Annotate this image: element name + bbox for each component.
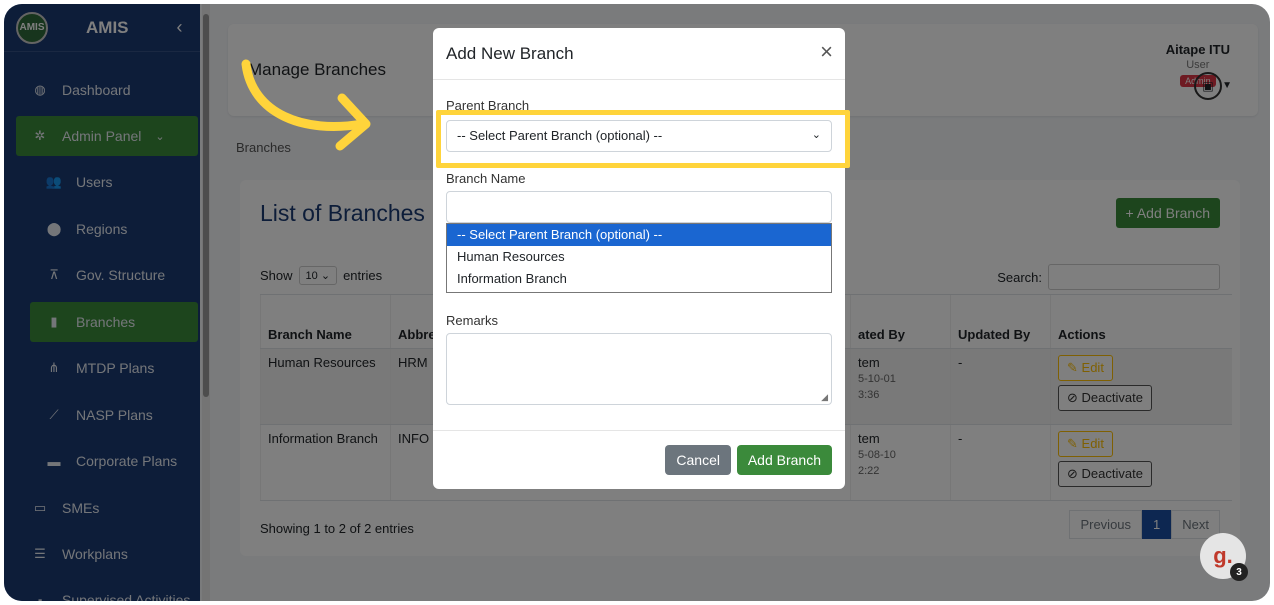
option-none[interactable]: -- Select Parent Branch (optional) -- xyxy=(447,224,831,246)
add-branch-submit-button[interactable]: Add Branch xyxy=(736,445,832,475)
pointer-arrow-icon xyxy=(241,59,371,151)
remarks-textarea[interactable]: ◢ xyxy=(446,333,832,405)
help-widget-button[interactable]: g. 3 xyxy=(1200,533,1248,581)
notification-count-badge: 3 xyxy=(1230,563,1248,581)
option-information-branch[interactable]: Information Branch xyxy=(447,268,831,290)
remarks-label: Remarks xyxy=(446,313,499,328)
parent-branch-options: -- Select Parent Branch (optional) -- Hu… xyxy=(446,223,832,293)
resize-grip-icon[interactable]: ◢ xyxy=(821,392,828,403)
option-human-resources[interactable]: Human Resources xyxy=(447,246,831,268)
modal-header: Add New Branch × xyxy=(433,28,845,80)
modal-title: Add New Branch xyxy=(446,44,574,63)
guide-logo-icon: g. xyxy=(1213,543,1233,568)
add-branch-modal: Add New Branch × Parent Branch -- Select… xyxy=(433,28,845,489)
branch-name-label: Branch Name xyxy=(446,171,526,186)
app-window: AMIS AMIS ‹ ◍ Dashboard ✲ Admin Panel ⌄ … xyxy=(4,4,1270,601)
branch-name-input[interactable] xyxy=(446,191,832,223)
close-icon[interactable]: × xyxy=(820,41,833,63)
cancel-button[interactable]: Cancel xyxy=(665,445,731,475)
highlight-box xyxy=(436,110,850,168)
modal-footer: Cancel Add Branch xyxy=(433,430,845,489)
